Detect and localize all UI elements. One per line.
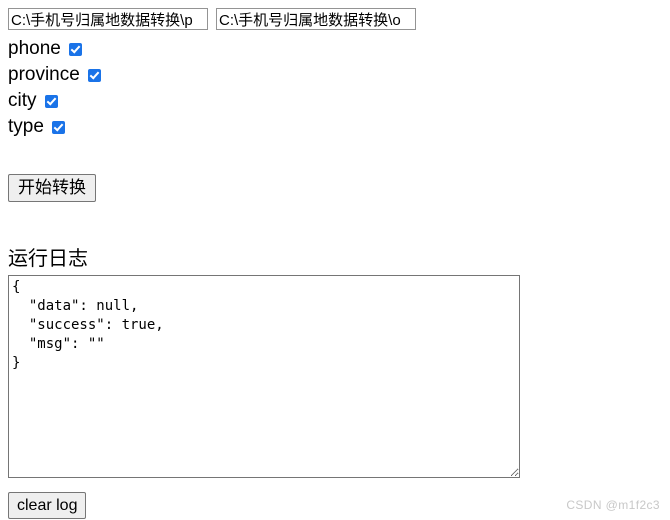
field-label-phone: phone [8, 38, 61, 59]
field-label-type: type [8, 116, 44, 137]
path-inputs-row [8, 8, 670, 30]
field-row-phone: phone [8, 36, 670, 62]
field-row-type: type [8, 114, 670, 140]
csdn-watermark: CSDN @m1f2c3 [566, 498, 660, 512]
log-section-title: 运行日志 [8, 248, 88, 270]
checkbox-city[interactable] [44, 94, 58, 108]
source-path-input[interactable] [8, 8, 208, 30]
start-button-container: 开始转换 [8, 174, 670, 202]
start-convert-button[interactable]: 开始转换 [8, 174, 96, 202]
clear-log-button[interactable]: clear log [8, 492, 87, 519]
checkbox-phone[interactable] [68, 42, 82, 56]
field-checkbox-list: phone province city type [8, 36, 670, 140]
log-output-textarea[interactable]: { "data": null, "success": true, "msg": … [8, 275, 520, 478]
checkbox-province[interactable] [87, 68, 101, 82]
field-label-city: city [8, 90, 37, 111]
field-label-province: province [8, 64, 80, 85]
field-row-city: city [8, 88, 670, 114]
field-row-province: province [8, 62, 670, 88]
checkbox-type[interactable] [51, 120, 65, 134]
output-path-input[interactable] [216, 8, 416, 30]
app-root: phone province city type 开始转换 运行日志 { "da… [0, 0, 670, 520]
